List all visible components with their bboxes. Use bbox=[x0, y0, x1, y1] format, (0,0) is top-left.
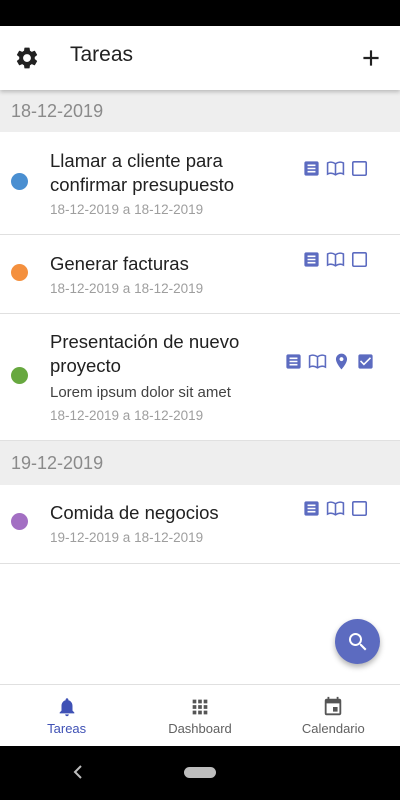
notes-icon[interactable] bbox=[302, 250, 321, 269]
nav-label: Dashboard bbox=[168, 721, 232, 736]
bell-icon bbox=[59, 698, 74, 717]
calendar-icon bbox=[325, 696, 342, 716]
app-bar: Tareas bbox=[0, 26, 400, 90]
gear-icon[interactable] bbox=[14, 45, 40, 71]
nav-item-dashboard[interactable]: Dashboard bbox=[133, 685, 266, 746]
nav-label: Tareas bbox=[47, 721, 87, 736]
task-title-line-1: Comida de negocios bbox=[50, 502, 219, 523]
search-icon bbox=[348, 632, 366, 650]
checkbox-empty-icon[interactable] bbox=[350, 499, 369, 518]
notes-icon[interactable] bbox=[284, 352, 303, 371]
book-icon[interactable] bbox=[326, 159, 345, 178]
grid-icon bbox=[192, 699, 208, 715]
task-item[interactable]: Llamar a cliente para confirmar presupue… bbox=[0, 132, 400, 235]
task-icons bbox=[284, 352, 375, 371]
task-title-line-1: Presentación de nuevo bbox=[50, 331, 240, 352]
task-dates: 19-12-2019 a 18-12-2019 bbox=[50, 530, 204, 545]
checkbox-empty-icon[interactable] bbox=[350, 159, 369, 178]
location-pin-icon[interactable] bbox=[332, 352, 351, 371]
page-title: Tareas bbox=[70, 43, 134, 66]
task-title-line-2: proyecto bbox=[50, 355, 121, 376]
nav-item-tareas[interactable]: Tareas bbox=[0, 685, 133, 746]
back-icon[interactable] bbox=[70, 762, 86, 782]
task-dates: 18-12-2019 a 18-12-2019 bbox=[50, 281, 204, 296]
book-icon[interactable] bbox=[326, 250, 345, 269]
task-item[interactable]: Comida de negocios 19-12-2019 a 18-12-20… bbox=[0, 485, 400, 564]
task-color-dot bbox=[11, 367, 28, 384]
task-dates: 18-12-2019 a 18-12-2019 bbox=[50, 408, 204, 423]
checkbox-empty-icon[interactable] bbox=[350, 250, 369, 269]
task-list: 18-12-2019 Llamar a cliente para confirm… bbox=[0, 90, 400, 684]
task-item[interactable]: Generar facturas 18-12-2019 a 18-12-2019 bbox=[0, 235, 400, 314]
task-icons bbox=[302, 159, 369, 178]
search-button[interactable] bbox=[335, 619, 380, 664]
book-icon[interactable] bbox=[326, 499, 345, 518]
bottom-navigation: Tareas Dashboard Calendario bbox=[0, 684, 400, 746]
date-header-label: 18-12-2019 bbox=[11, 100, 104, 121]
status-bar bbox=[0, 0, 400, 26]
task-title-line-2: confirmar presupuesto bbox=[50, 174, 235, 195]
task-color-dot bbox=[11, 173, 28, 190]
task-color-dot bbox=[11, 513, 28, 530]
notes-icon[interactable] bbox=[302, 159, 321, 178]
plus-icon[interactable] bbox=[358, 45, 384, 71]
book-icon[interactable] bbox=[308, 352, 327, 371]
system-navigation-bar bbox=[0, 746, 400, 800]
date-header: 19-12-2019 bbox=[0, 441, 400, 485]
date-header-label: 19-12-2019 bbox=[11, 452, 104, 473]
date-header: 18-12-2019 bbox=[0, 90, 400, 132]
task-title-line-1: Llamar a cliente para bbox=[50, 150, 223, 171]
task-description: Lorem ipsum dolor sit amet bbox=[50, 384, 231, 401]
checkbox-checked-icon[interactable] bbox=[356, 352, 375, 371]
task-color-dot bbox=[11, 264, 28, 281]
notes-icon[interactable] bbox=[302, 499, 321, 518]
task-title-line-1: Generar facturas bbox=[50, 253, 189, 274]
task-item[interactable]: Presentación de nuevo proyecto Lorem ips… bbox=[0, 314, 400, 441]
nav-label: Calendario bbox=[301, 721, 365, 736]
nav-item-calendario[interactable]: Calendario bbox=[267, 685, 400, 746]
task-icons bbox=[302, 499, 369, 518]
task-dates: 18-12-2019 a 18-12-2019 bbox=[50, 202, 204, 217]
home-pill[interactable] bbox=[184, 767, 216, 778]
task-icons bbox=[302, 250, 369, 269]
